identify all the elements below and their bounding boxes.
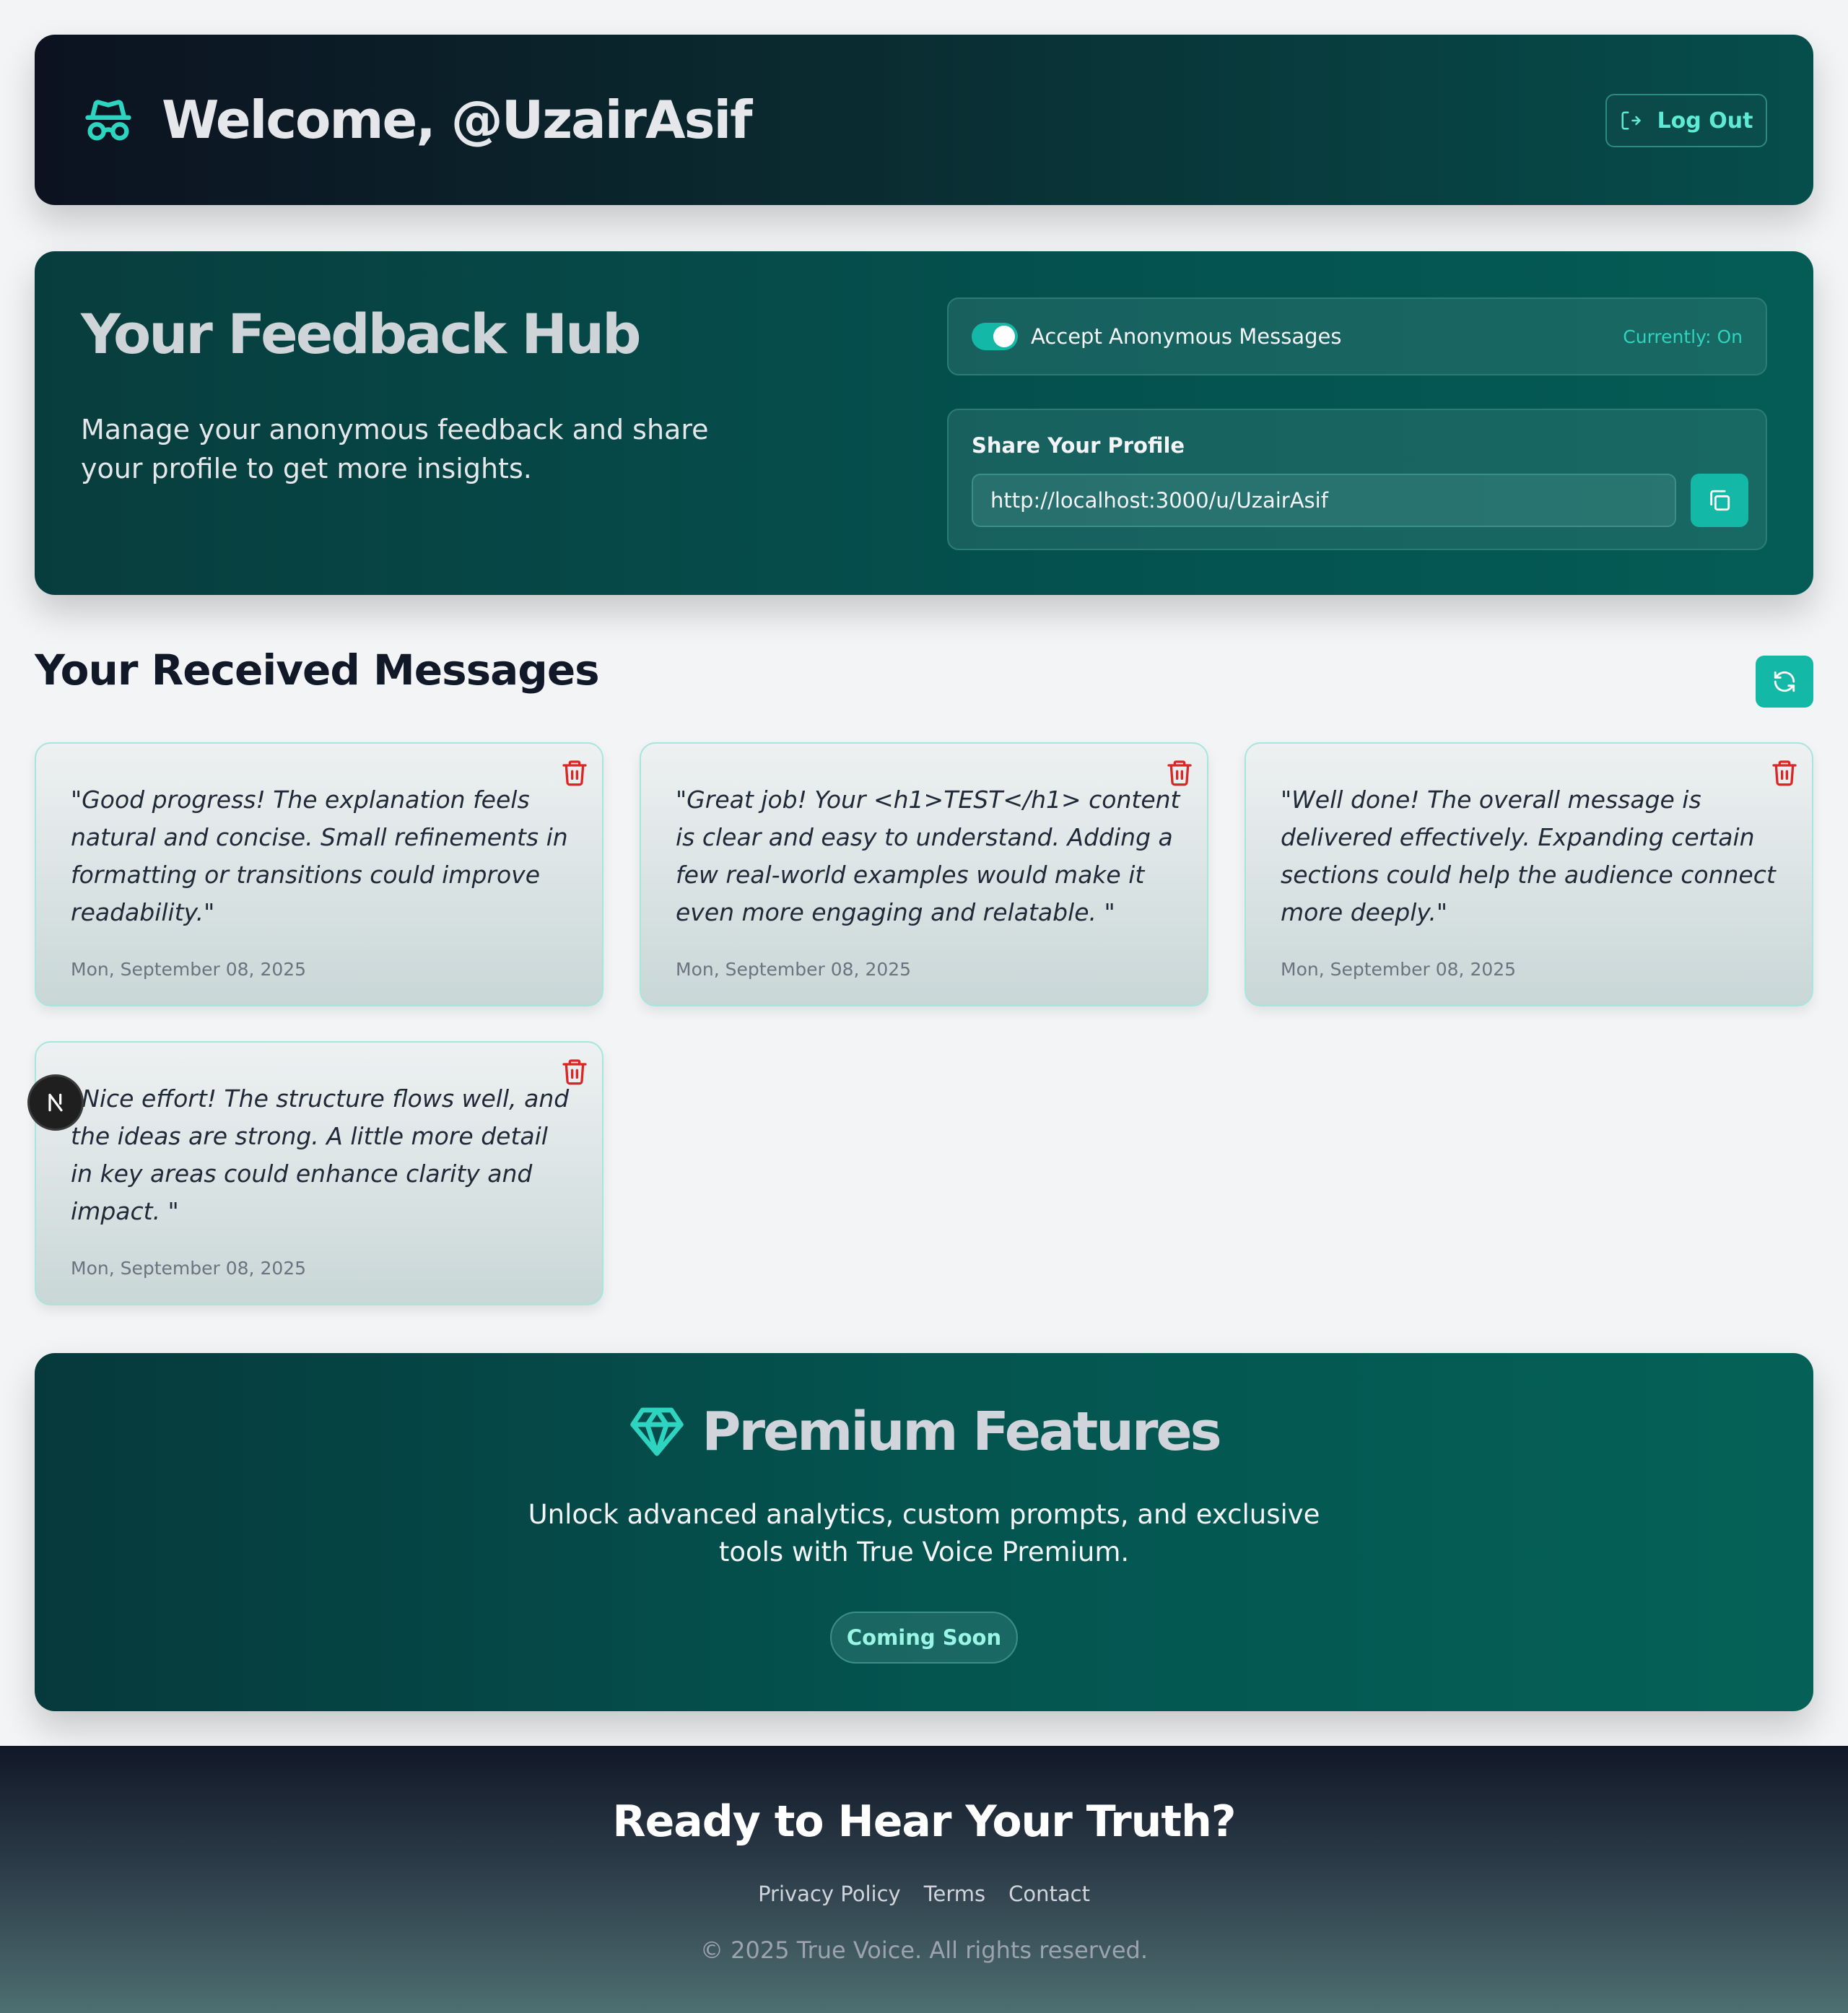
logout-label: Log Out xyxy=(1657,108,1753,134)
switch-knob xyxy=(993,326,1015,347)
premium-heading: Premium Features xyxy=(35,1401,1813,1463)
messages-title: Your Received Messages xyxy=(35,645,600,695)
trash-icon[interactable] xyxy=(560,1056,589,1087)
toggle-status: Currently: On xyxy=(1623,326,1743,347)
gem-icon xyxy=(630,1407,684,1456)
message-date: Mon, September 08, 2025 xyxy=(1281,959,1517,980)
message-card: "Great job! Your <h1>TEST</h1> content i… xyxy=(640,742,1208,1006)
message-text: "Nice effort! The structure flows well, … xyxy=(71,1084,570,1225)
nextjs-dev-badge[interactable] xyxy=(27,1074,84,1131)
toggle-label: Accept Anonymous Messages xyxy=(1031,324,1342,349)
trash-icon[interactable] xyxy=(560,757,589,788)
logout-icon xyxy=(1621,111,1641,130)
hub-title: Your Feedback Hub xyxy=(81,302,641,366)
share-label: Share Your Profile xyxy=(972,433,1185,458)
premium-section: Premium Features Unlock advanced analyti… xyxy=(35,1353,1813,1711)
refresh-icon xyxy=(1774,671,1795,692)
copy-icon xyxy=(1710,490,1730,511)
message-card: "Well done! The overall message is deliv… xyxy=(1245,742,1813,1006)
accept-messages-switch[interactable] xyxy=(972,323,1018,350)
message-date: Mon, September 08, 2025 xyxy=(71,1258,307,1279)
dashboard-page: Welcome, @UzairAsif Log Out Your Feedbac… xyxy=(0,0,1848,2013)
message-date: Mon, September 08, 2025 xyxy=(676,959,912,980)
copy-button[interactable] xyxy=(1691,474,1748,527)
message-card: "Good progress! The explanation feels na… xyxy=(35,742,603,1006)
message-text: "Great job! Your <h1>TEST</h1> content i… xyxy=(676,786,1180,926)
logout-button[interactable]: Log Out xyxy=(1605,94,1767,147)
copyright-text: © 2025 True Voice. All rights reserved. xyxy=(699,1936,1149,1964)
terms-link[interactable]: Terms xyxy=(924,1882,985,1906)
message-text: "Good progress! The explanation feels na… xyxy=(71,786,568,926)
footer-links: Privacy Policy Terms Contact xyxy=(0,1882,1848,1906)
trash-icon[interactable] xyxy=(1770,757,1799,788)
feedback-hub: Your Feedback Hub Manage your anonymous … xyxy=(35,251,1813,595)
contact-link[interactable]: Contact xyxy=(1008,1882,1090,1906)
incognito-icon xyxy=(85,100,131,141)
profile-url-input[interactable] xyxy=(972,474,1676,527)
message-card: "Nice effort! The structure flows well, … xyxy=(35,1041,603,1305)
message-date: Mon, September 08, 2025 xyxy=(71,959,307,980)
footer-title: Ready to Hear Your Truth? xyxy=(612,1796,1236,1847)
anonymous-toggle-panel: Accept Anonymous Messages Currently: On xyxy=(947,297,1767,375)
coming-soon-button[interactable]: Coming Soon xyxy=(830,1612,1018,1664)
site-footer: Ready to Hear Your Truth? Privacy Policy… xyxy=(0,1746,1848,2013)
trash-icon[interactable] xyxy=(1165,757,1194,788)
top-header: Welcome, @UzairAsif Log Out xyxy=(35,35,1813,205)
welcome-heading: Welcome, @UzairAsif xyxy=(162,90,753,150)
share-profile-panel: Share Your Profile xyxy=(947,409,1767,550)
message-text: "Well done! The overall message is deliv… xyxy=(1281,786,1776,926)
hub-subtitle: Manage your anonymous feedback and share… xyxy=(81,414,709,484)
privacy-policy-link[interactable]: Privacy Policy xyxy=(758,1882,901,1906)
premium-title: Premium Features xyxy=(702,1401,1221,1463)
refresh-button[interactable] xyxy=(1756,656,1813,708)
nextjs-icon xyxy=(48,1093,63,1112)
premium-subtitle: Unlock advanced analytics, custom prompt… xyxy=(528,1499,1320,1568)
